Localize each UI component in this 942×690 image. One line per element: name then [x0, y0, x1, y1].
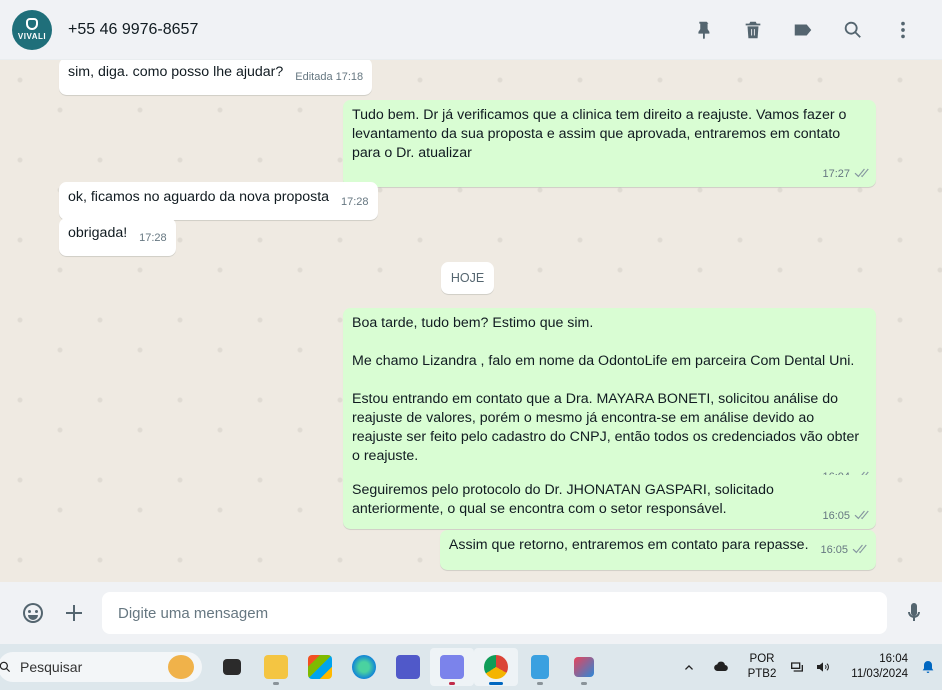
taskbar-search[interactable]: Pesquisar: [0, 652, 202, 682]
avatar-text: VIVALI: [17, 32, 47, 41]
double-check-icon: [851, 543, 867, 562]
system-tray: POR PTB2 16:04 11/03/2024: [676, 644, 942, 690]
microsoft-store-button[interactable]: [298, 648, 342, 686]
message-text: ok, ficamos no aguardo da nova proposta: [68, 189, 330, 205]
message-text: obrigada!: [68, 225, 128, 241]
chat-header: VIVALI +55 46 9976-8657: [0, 0, 942, 60]
message-incoming[interactable]: obrigada! 17:28: [59, 218, 176, 256]
clock-date: 11/03/2024: [851, 668, 908, 680]
chevron-up-icon[interactable]: [676, 654, 702, 680]
teams-button[interactable]: [386, 648, 430, 686]
search-highlight-icon: [168, 655, 194, 679]
header-actions: [678, 10, 928, 50]
message-meta: 17:27: [352, 165, 869, 180]
teams-new-button[interactable]: [430, 648, 474, 686]
message-time: 17:27: [822, 168, 850, 180]
chrome-button[interactable]: [474, 648, 518, 686]
attach-plus-icon[interactable]: [54, 593, 94, 633]
message-text: sim, diga. como posso lhe ajudar?: [68, 64, 284, 80]
message-outgoing[interactable]: Seguiremos pelo protocolo do Dr. JHONATA…: [343, 475, 876, 529]
contact-avatar[interactable]: VIVALI: [12, 9, 52, 50]
task-view-button[interactable]: [210, 648, 254, 686]
message-list[interactable]: sim, diga. como posso lhe ajudar? Editad…: [0, 60, 942, 582]
message-incoming[interactable]: ok, ficamos no aguardo da nova proposta …: [59, 182, 378, 220]
message-incoming[interactable]: sim, diga. como posso lhe ajudar? Editad…: [59, 60, 373, 95]
message-paragraph: Estou entrando em contato que a Dra. MAY…: [352, 391, 860, 464]
message-time: 17:28: [341, 196, 369, 208]
message-outgoing[interactable]: Tudo bem. Dr já verificamos que a clinic…: [343, 100, 876, 187]
message-paragraph: Boa tarde, tudo bem? Estimo que sim.: [352, 315, 594, 331]
onedrive-icon[interactable]: [708, 654, 734, 680]
search-label: Pesquisar: [20, 659, 83, 675]
day-separator: HOJE: [441, 262, 494, 294]
message-outgoing[interactable]: Boa tarde, tudo bem? Estimo que sim. Me …: [343, 308, 876, 490]
message-composer: [0, 582, 942, 644]
network-icon[interactable]: [784, 654, 810, 680]
message-time: 16:05: [820, 544, 848, 556]
tooth-logo-icon: [26, 18, 38, 30]
windows-taskbar: Pesquisar POR PTB2 16:04 11/03/2024: [0, 644, 942, 690]
pin-icon[interactable]: [678, 10, 728, 50]
input-language[interactable]: POR PTB2: [740, 652, 784, 682]
menu-icon[interactable]: [878, 10, 928, 50]
message-text: Assim que retorno, entraremos em contato…: [448, 537, 809, 553]
search-icon[interactable]: [828, 10, 878, 50]
double-check-icon: [853, 509, 869, 528]
message-meta: 16:05: [820, 541, 867, 562]
contact-name[interactable]: +55 46 9976-8657: [68, 21, 198, 39]
message-time: 17:28: [139, 232, 167, 244]
message-time: 16:05: [822, 510, 850, 522]
notification-bell-icon[interactable]: [914, 659, 942, 675]
double-check-icon: [853, 167, 869, 186]
notepad-button[interactable]: [518, 648, 562, 686]
keyboard-layout: PTB2: [747, 668, 777, 680]
language-code: POR: [749, 653, 775, 665]
clock-time: 16:04: [879, 653, 908, 665]
message-outgoing[interactable]: Assim que retorno, entraremos em contato…: [439, 530, 876, 570]
volume-icon[interactable]: [810, 654, 836, 680]
microphone-icon[interactable]: [894, 593, 934, 633]
message-meta: Editada 17:18: [295, 71, 364, 83]
label-icon[interactable]: [778, 10, 828, 50]
message-text: Tudo bem. Dr já verificamos que a clinic…: [352, 107, 847, 161]
edge-button[interactable]: [342, 648, 386, 686]
snipping-tool-button[interactable]: [562, 648, 606, 686]
pinned-apps: [210, 648, 606, 686]
message-input[interactable]: [102, 592, 887, 634]
file-explorer-button[interactable]: [254, 648, 298, 686]
clock[interactable]: 16:04 11/03/2024: [836, 652, 908, 682]
search-icon: [0, 660, 12, 674]
delete-icon[interactable]: [728, 10, 778, 50]
message-paragraph: Me chamo Lizandra , falo em nome da Odon…: [352, 353, 855, 369]
emoji-icon[interactable]: [13, 593, 53, 633]
